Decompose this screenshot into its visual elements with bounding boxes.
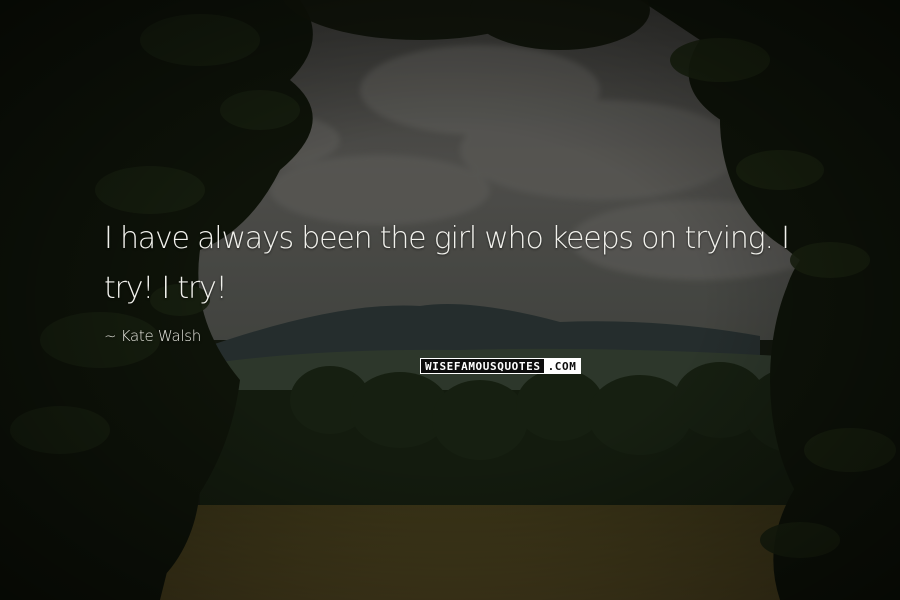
quote-block: I have always been the girl who keeps on… (104, 214, 824, 314)
watermark-part-1: WISEFAMOUSQUOTES (420, 358, 544, 374)
quote-author: ~ Kate Walsh (104, 327, 201, 345)
watermark-logo: WISEFAMOUSQUOTES .COM (420, 358, 582, 374)
quote-text: I have always been the girl who keeps on… (104, 221, 790, 306)
quote-image: I have always been the girl who keeps on… (0, 0, 900, 600)
watermark-part-2: .COM (543, 358, 582, 374)
